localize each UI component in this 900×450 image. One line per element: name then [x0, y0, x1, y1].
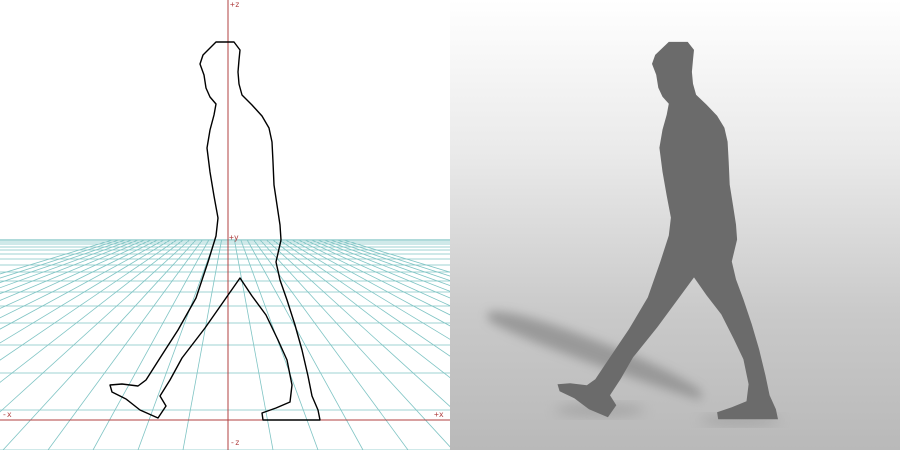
- viewport-canvas: [0, 0, 450, 450]
- axis-label-pos-x: +x: [434, 410, 444, 419]
- axis-label-pos-y: +y: [229, 233, 239, 242]
- axis-label-neg-x: -x: [2, 410, 12, 419]
- axis-lines: [0, 0, 450, 450]
- render-preview: [450, 0, 900, 450]
- perspective-grid: [0, 239, 450, 450]
- render-canvas: [488, 41, 780, 425]
- wireframe-viewport: +z +y -x +x -z: [0, 0, 450, 450]
- axis-label-neg-z: -z: [230, 438, 240, 447]
- axis-label-pos-z: +z: [230, 0, 240, 9]
- figure-stage: +z +y -x +x -z: [0, 0, 900, 450]
- walking-figure-outline: [109, 41, 321, 421]
